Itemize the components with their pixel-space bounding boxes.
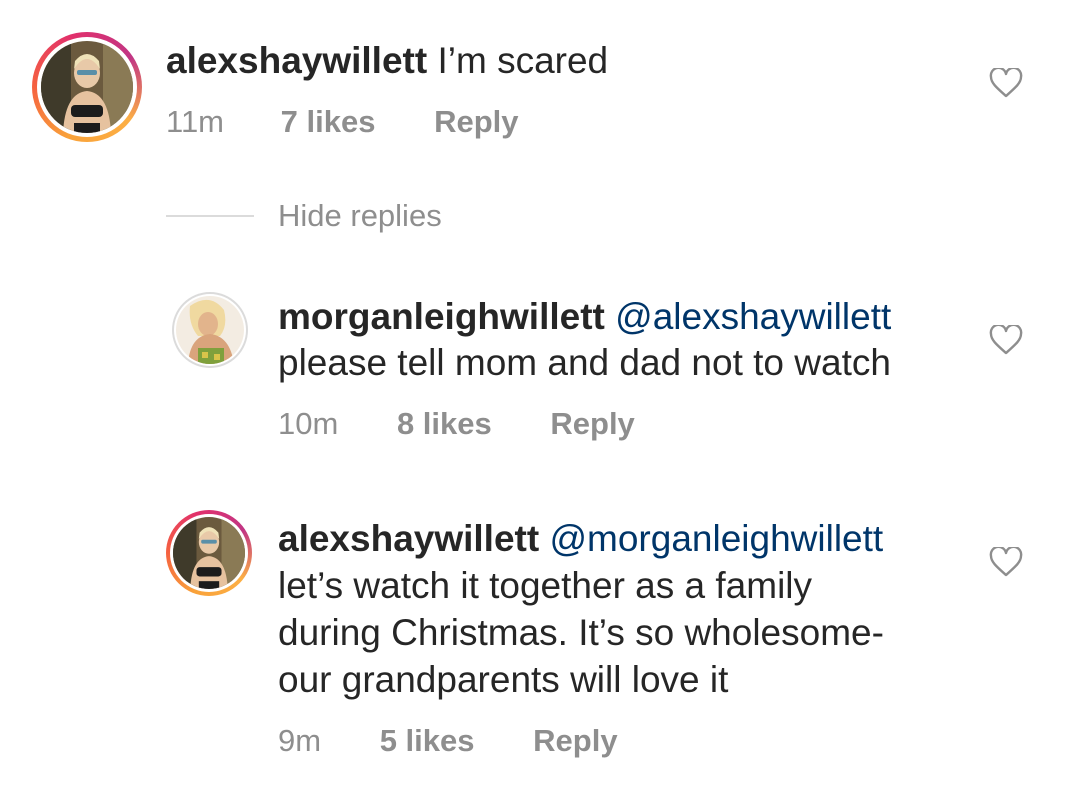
reply-1-text-line-2: please tell mom and dad not to watch	[278, 342, 891, 383]
avatar-alexshaywillett[interactable]	[32, 32, 142, 142]
reply-1-mention[interactable]: @alexshaywillett	[615, 296, 891, 337]
comment-meta: 11m 7 likes Reply	[166, 104, 519, 140]
comment-username[interactable]: alexshaywillett	[166, 40, 427, 81]
avatar-morganleighwillett[interactable]	[172, 292, 248, 368]
reply-2-text-line-3: during Christmas. It’s so wholesome-	[278, 612, 884, 653]
comment-like-button[interactable]	[989, 68, 1023, 98]
profile-photo	[176, 296, 244, 364]
reply-1-reply-button[interactable]: Reply	[550, 406, 634, 441]
heart-outline-icon	[989, 325, 1023, 355]
replies-divider	[166, 215, 254, 217]
reply-2-text-line-1: alexshaywillett @morganleighwillett	[278, 516, 883, 562]
reply-1-time: 10m	[278, 406, 339, 441]
reply-1-like-button[interactable]	[989, 325, 1023, 355]
reply-2-like-button[interactable]	[989, 547, 1023, 577]
heart-outline-icon	[989, 68, 1023, 98]
reply-1-username[interactable]: morganleighwillett	[278, 296, 605, 337]
reply-2-meta: 9m 5 likes Reply	[278, 723, 618, 759]
reply-2-reply-button[interactable]: Reply	[533, 723, 617, 758]
avatar-alexshaywillett-reply[interactable]	[166, 510, 252, 596]
reply-1-text-line-1: morganleighwillett @alexshaywillett	[278, 294, 891, 340]
comment-text: I’m scared	[437, 40, 609, 81]
heart-outline-icon	[989, 547, 1023, 577]
comment-reply-button[interactable]: Reply	[434, 104, 518, 139]
reply-2-time: 9m	[278, 723, 322, 758]
comment-likes[interactable]: 7 likes	[281, 104, 376, 139]
reply-2-text-line-2: let’s watch it together as a family	[278, 565, 813, 606]
hide-replies-button[interactable]: Hide replies	[278, 198, 442, 234]
profile-photo	[41, 41, 133, 133]
reply-1-likes[interactable]: 8 likes	[397, 406, 492, 441]
comment-time: 11m	[166, 104, 225, 139]
comment-text-line: alexshaywillett I’m scared	[166, 38, 608, 84]
reply-2-likes[interactable]: 5 likes	[380, 723, 475, 758]
reply-1-meta: 10m 8 likes Reply	[278, 406, 635, 442]
reply-2-mention[interactable]: @morganleighwillett	[549, 518, 883, 559]
profile-photo	[173, 517, 245, 589]
reply-2-text-line-4: our grandparents will love it	[278, 659, 729, 700]
reply-2-username[interactable]: alexshaywillett	[278, 518, 539, 559]
